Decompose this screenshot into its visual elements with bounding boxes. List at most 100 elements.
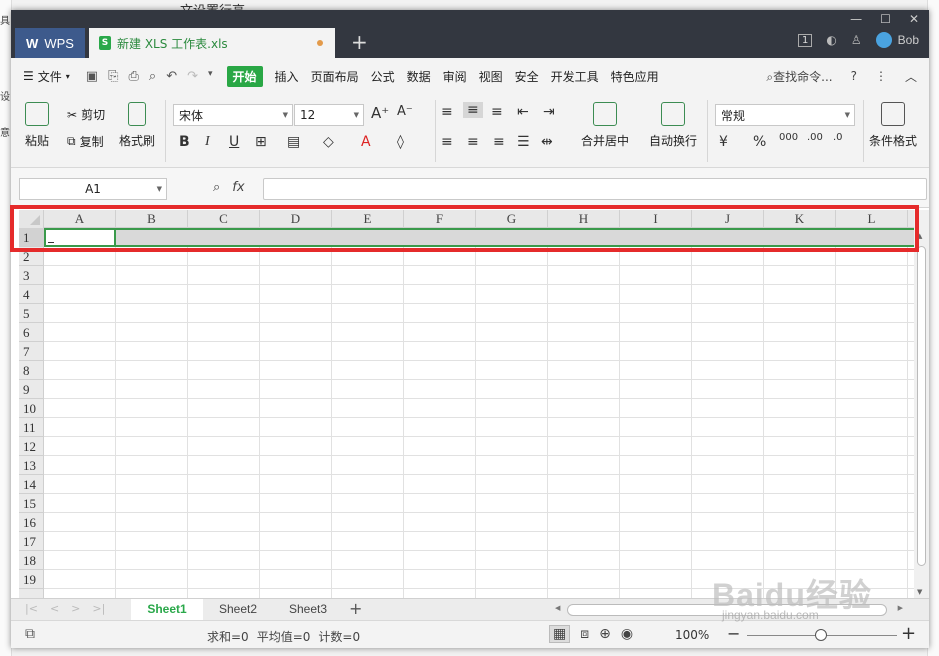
document-tab[interactable]: S 新建 XLS 工作表.xls (89, 28, 335, 58)
column-header-j[interactable]: J (692, 210, 764, 228)
row-header[interactable]: 3 (19, 266, 44, 285)
conditional-format-button[interactable]: 条件格式 (869, 102, 917, 149)
row-header[interactable]: 19 (19, 570, 44, 589)
skin-icon[interactable]: ◐ (826, 33, 836, 47)
number-format-select[interactable]: 常规 ▼ (715, 104, 855, 126)
column-header-g[interactable]: G (476, 210, 548, 228)
fx-icon[interactable]: fx (232, 180, 244, 195)
tab-home[interactable]: 开始 (226, 65, 263, 87)
font-name-select[interactable]: 宋体 ▼ (173, 104, 293, 126)
font-size-select[interactable]: 12 ▼ (294, 104, 364, 126)
cell-area[interactable] (44, 228, 914, 598)
user-account[interactable]: Bob (875, 32, 919, 48)
active-cell-a1[interactable] (44, 228, 116, 247)
column-header-a[interactable]: A (44, 210, 116, 228)
increase-decimal-icon[interactable]: .00 (807, 132, 823, 143)
distribute-icon[interactable]: ⇹ (541, 134, 553, 150)
column-header-k[interactable]: K (764, 210, 836, 228)
underline-icon[interactable]: U (229, 134, 239, 150)
minimize-icon[interactable]: — (850, 12, 862, 26)
next-sheet-icon[interactable]: > (71, 602, 80, 615)
clear-eraser-icon[interactable]: ◊ (397, 134, 404, 150)
increase-indent-icon[interactable]: ⇥ (543, 104, 555, 120)
align-top-icon[interactable]: ≡ (441, 104, 453, 120)
currency-icon[interactable]: ¥ (719, 134, 728, 150)
column-header-l[interactable]: L (836, 210, 908, 228)
window-count-badge[interactable]: 1 (798, 33, 813, 47)
italic-icon[interactable]: I (205, 134, 210, 150)
row-header[interactable]: 15 (19, 494, 44, 513)
vertical-scrollbar[interactable]: ▲ ▼ (914, 210, 929, 598)
page-break-view-icon[interactable]: ⧈ (580, 626, 589, 642)
row-header[interactable]: 8 (19, 361, 44, 380)
select-all-corner[interactable] (19, 210, 44, 228)
cut-button[interactable]: ✂ 剪切 (67, 106, 105, 123)
row-header[interactable]: 18 (19, 551, 44, 570)
tab-data[interactable]: 数据 (407, 68, 431, 85)
row-header[interactable]: 14 (19, 475, 44, 494)
row-header[interactable]: 2 (19, 247, 44, 266)
fill-color-icon[interactable]: ◇ (323, 134, 334, 150)
zoom-slider-knob[interactable] (815, 629, 827, 641)
tab-page-layout[interactable]: 页面布局 (311, 68, 359, 85)
file-menu[interactable]: ☰ 文件 ▾ (23, 68, 70, 85)
column-header-i[interactable]: I (620, 210, 692, 228)
align-right-icon[interactable]: ≡ (493, 134, 505, 150)
column-header-b[interactable]: B (116, 210, 188, 228)
font-color-icon[interactable]: A (361, 134, 371, 150)
customize-dropdown-icon[interactable]: ▾ (208, 69, 213, 84)
decrease-decimal-icon[interactable]: .0 (833, 132, 843, 143)
row-header[interactable]: 4 (19, 285, 44, 304)
new-tab-icon[interactable]: + (351, 30, 368, 54)
zoom-in-icon[interactable]: + (901, 623, 916, 644)
tab-insert[interactable]: 插入 (275, 68, 299, 85)
vertical-scroll-thumb[interactable] (917, 246, 926, 566)
scroll-right-icon[interactable]: ▶ (898, 604, 903, 612)
macro-record-icon[interactable]: ⧉ (25, 626, 35, 642)
column-header-h[interactable]: H (548, 210, 620, 228)
scroll-up-icon[interactable]: ▲ (917, 232, 922, 240)
sheet-tab-1[interactable]: Sheet1 (131, 599, 203, 620)
merge-center-button[interactable]: 合并居中 (581, 102, 629, 149)
tab-features[interactable]: 特色应用 (611, 68, 659, 85)
first-sheet-icon[interactable]: |< (25, 602, 38, 615)
export-icon[interactable]: ⎘ (108, 69, 118, 84)
normal-view-icon[interactable]: ▦ (549, 625, 571, 643)
justify-icon[interactable]: ☰ (517, 134, 530, 150)
last-sheet-icon[interactable]: >| (92, 602, 105, 615)
command-search[interactable]: ⌕查找命令... (766, 68, 832, 85)
tab-review[interactable]: 审阅 (443, 68, 467, 85)
align-middle-icon[interactable]: ≡ (463, 102, 483, 118)
align-center-icon[interactable]: ≡ (467, 134, 479, 150)
eye-protect-icon[interactable]: ◉ (621, 626, 633, 642)
row-header[interactable]: 13 (19, 456, 44, 475)
add-sheet-icon[interactable]: + (349, 599, 362, 619)
row-header[interactable]: 12 (19, 437, 44, 456)
close-icon[interactable]: ✕ (909, 12, 919, 26)
collapse-ribbon-icon[interactable]: ︿ (905, 68, 917, 85)
row-header[interactable]: 6 (19, 323, 44, 342)
zoom-slider[interactable] (747, 629, 897, 641)
scroll-left-icon[interactable]: ◀ (555, 604, 560, 612)
cell-style-icon[interactable]: ▤ (287, 134, 300, 150)
name-box[interactable]: A1 ▼ (19, 178, 167, 200)
shirt-icon[interactable]: ♙ (851, 33, 862, 47)
paste-button[interactable]: 粘贴 (25, 102, 49, 149)
row-header[interactable]: 9 (19, 380, 44, 399)
row-header[interactable]: 1 (19, 228, 44, 247)
tab-developer[interactable]: 开发工具 (551, 68, 599, 85)
column-header-e[interactable]: E (332, 210, 404, 228)
align-left-icon[interactable]: ≡ (441, 134, 453, 150)
freeze-panes-icon[interactable]: ⊕ (599, 626, 611, 642)
sheet-tab-3[interactable]: Sheet3 (275, 599, 341, 620)
row-header[interactable]: 16 (19, 513, 44, 532)
more-icon[interactable]: ⋮ (875, 69, 887, 83)
zoom-level[interactable]: 100% (675, 628, 709, 642)
prev-sheet-icon[interactable]: < (50, 602, 59, 615)
tab-view[interactable]: 视图 (479, 68, 503, 85)
redo-icon[interactable]: ↷ (187, 69, 198, 84)
help-icon[interactable]: ? (851, 69, 857, 83)
align-bottom-icon[interactable]: ≡ (491, 104, 503, 120)
print-preview-icon[interactable]: ⌕ (149, 69, 156, 84)
copy-button[interactable]: ⧉ 复制 (67, 133, 104, 150)
